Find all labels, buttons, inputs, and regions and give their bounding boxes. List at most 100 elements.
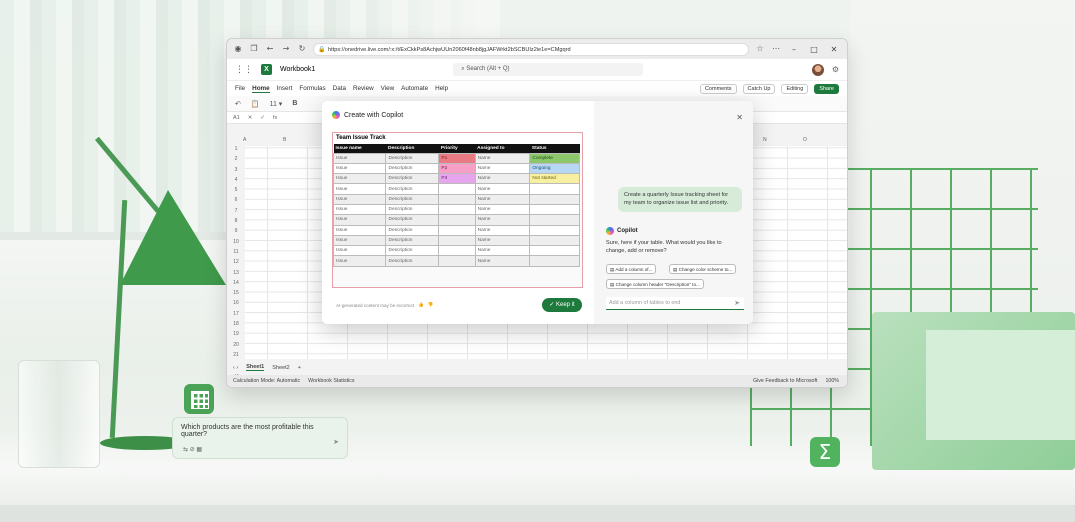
workbook-stats[interactable]: Workbook Statistics [308, 378, 354, 384]
fx-icon[interactable]: fx [273, 115, 277, 121]
sheet-tab-1[interactable]: Sheet1 [246, 364, 265, 371]
copilot-name: Copilot [606, 227, 638, 235]
suggestion-chip-add-column[interactable]: ▤ Add a column of... [606, 264, 657, 274]
undo-icon[interactable]: ↶ [235, 100, 241, 108]
sheet-nav-icon[interactable]: ‹ › [233, 365, 238, 371]
feedback-link[interactable]: Give Feedback to Microsoft [753, 378, 817, 384]
tab-file[interactable]: File [235, 85, 245, 92]
row-header[interactable]: 20 [227, 342, 245, 352]
avatar[interactable] [811, 63, 824, 76]
column-header[interactable]: N [747, 137, 787, 146]
table-cell: Name [474, 255, 531, 267]
tab-review[interactable]: Review [353, 85, 374, 92]
row-header[interactable]: 15 [227, 290, 245, 300]
table-cell: Issue [333, 214, 387, 226]
tab-automate[interactable]: Automate [401, 85, 428, 92]
app-search-input[interactable]: ⌕ Search (Alt + Q) [453, 63, 644, 76]
table-row: Issue Description Name [333, 245, 580, 257]
thumbs-up-icon[interactable]: 👍 [418, 302, 424, 308]
table-cell [438, 234, 476, 247]
cell-reference[interactable]: A1 [233, 115, 240, 121]
excel-logo-icon: X [261, 64, 272, 75]
suggestion-chip-color-scheme[interactable]: ▤ Change color scheme to... [669, 264, 737, 274]
table-cell [438, 203, 476, 216]
row-header[interactable]: 8 [227, 218, 245, 228]
keep-it-button[interactable]: ✓ Keep it [542, 298, 582, 312]
row-header[interactable]: 1 [227, 146, 245, 156]
row-header[interactable]: 18 [227, 321, 245, 331]
confirm-icon[interactable]: ✓ [260, 115, 265, 121]
extensions-icon[interactable]: ⋯ [771, 44, 781, 54]
tab-data[interactable]: Data [333, 85, 346, 92]
column-header[interactable]: A [227, 137, 267, 146]
table-row: Issue Description P3 Name Not started [333, 173, 580, 185]
row-header[interactable]: 16 [227, 300, 245, 310]
editing-mode-button[interactable]: Editing [781, 83, 809, 94]
row-header[interactable]: 4 [227, 177, 245, 187]
table-cell: Name [474, 203, 531, 216]
close-window-icon[interactable]: ✕ [827, 45, 841, 54]
sheet-tab-2[interactable]: Sheet2 [272, 365, 289, 371]
tab-formulas[interactable]: Formulas [299, 85, 325, 92]
row-header[interactable]: 13 [227, 270, 245, 280]
row-header[interactable]: 10 [227, 239, 245, 249]
forward-icon[interactable]: → [281, 44, 291, 54]
minimize-icon[interactable]: – [787, 45, 801, 54]
refresh-icon[interactable]: ↻ [297, 44, 307, 54]
profile-icon[interactable]: ◉ [233, 44, 243, 54]
row-header[interactable]: 11 [227, 249, 245, 259]
calc-mode[interactable]: Calculation Mode: Automatic [233, 378, 300, 384]
share-button[interactable]: Share [814, 83, 839, 94]
row-header[interactable]: 3 [227, 167, 245, 177]
bold-icon[interactable]: B [292, 100, 297, 107]
dialog-title: Create with Copilot [332, 111, 584, 119]
row-header[interactable]: 5 [227, 187, 245, 197]
tab-view[interactable]: View [381, 85, 395, 92]
table-cell: P3 [438, 173, 476, 185]
table-cell: Name [474, 234, 531, 247]
favorite-icon[interactable]: ☆ [755, 44, 765, 54]
table-cell [529, 224, 580, 236]
maximize-icon[interactable]: □ [807, 45, 821, 54]
row-header[interactable]: 9 [227, 228, 245, 238]
address-bar[interactable]: 🔒 https://onedrive.live.com/:x:/t/ExCkkP… [313, 42, 749, 56]
cancel-icon[interactable]: ✕ [248, 115, 253, 121]
paste-icon[interactable]: 📋 [251, 100, 260, 108]
gear-icon[interactable]: ⚙ [832, 65, 839, 74]
row-header[interactable]: 19 [227, 331, 245, 341]
add-sheet-button[interactable]: + [298, 365, 301, 371]
table-cell: Issue [333, 234, 387, 247]
row-header[interactable]: 12 [227, 259, 245, 269]
table-row: Issue Description P2 Name Ongoing [333, 162, 580, 175]
row-header[interactable]: 14 [227, 280, 245, 290]
suggestion-chip-column-header[interactable]: ▤ Change column header "Description" to.… [606, 279, 704, 289]
thumbs-down-icon[interactable]: 👎 [428, 302, 434, 308]
keep-it-label: Keep it [556, 302, 575, 308]
table-cell [438, 214, 476, 226]
decor-green-panel-light [926, 330, 1075, 440]
send-icon[interactable]: ➤ [734, 297, 740, 309]
font-size-icon[interactable]: 11 ▾ [270, 100, 283, 108]
column-header[interactable]: B [267, 137, 307, 146]
comments-button[interactable]: Comments [699, 83, 737, 94]
tab-home[interactable]: Home [252, 85, 270, 93]
close-icon[interactable]: ✕ [736, 113, 743, 122]
row-header[interactable]: 6 [227, 197, 245, 207]
table-cell: P2 [438, 162, 476, 175]
column-header[interactable]: O [787, 137, 827, 146]
send-icon[interactable]: ➤ [333, 438, 339, 446]
zoom-level[interactable]: 100% [825, 378, 839, 384]
floating-prompt-card[interactable]: Which products are the most profitable t… [172, 417, 348, 459]
tab-help[interactable]: Help [435, 85, 448, 92]
tab-insert[interactable]: Insert [277, 85, 293, 92]
table-cell: Issue [333, 224, 387, 236]
back-icon[interactable]: ← [265, 44, 275, 54]
row-header[interactable]: 2 [227, 156, 245, 166]
row-header[interactable]: 17 [227, 311, 245, 321]
app-launcher-icon[interactable]: ⋮⋮ [235, 65, 253, 75]
copilot-input[interactable]: Add a column of tables to end ➤ [606, 297, 744, 310]
workbook-name[interactable]: Workbook1 [280, 66, 315, 73]
catch-up-button[interactable]: Catch Up [742, 83, 776, 94]
tabs-icon[interactable]: ❐ [249, 44, 259, 54]
row-header[interactable]: 7 [227, 208, 245, 218]
